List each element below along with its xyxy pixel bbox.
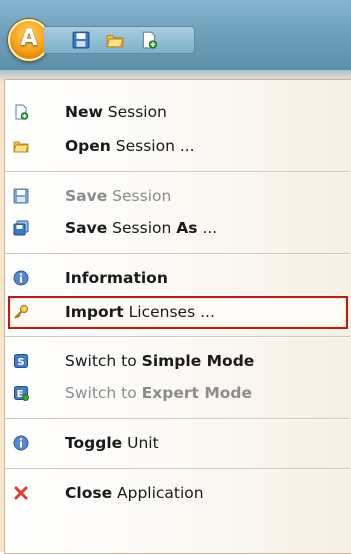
title-bar: A [0, 0, 351, 70]
menu-item-toggle-unit[interactable]: Toggle Unit [9, 428, 347, 458]
save-icon[interactable] [72, 31, 90, 49]
menu-separator [5, 468, 350, 470]
menu-separator [5, 418, 350, 420]
menu-item-label: Open Session ... [65, 137, 195, 155]
menu-item-label: Save Session As ... [65, 219, 218, 237]
new-document-icon[interactable] [140, 31, 158, 49]
menu-item-label: Switch to Expert Mode [65, 384, 252, 402]
menu-item-switch-simple-mode[interactable]: S Switch to Simple Mode [9, 346, 347, 376]
menu-separator [5, 336, 350, 338]
close-icon [14, 486, 28, 500]
expert-mode-icon: E [14, 386, 29, 401]
info-icon [13, 270, 29, 286]
menu-item-save-session-as[interactable]: Save Session As ... [9, 213, 347, 243]
menu-item-label: Information [65, 269, 168, 287]
app-orb-letter: A [20, 26, 38, 51]
open-folder-icon [13, 141, 29, 153]
application-menu: New Session Open Session ... Save Sessio… [0, 70, 351, 554]
menu-item-information[interactable]: Information [9, 263, 347, 293]
menu-panel: New Session Open Session ... Save Sessio… [4, 79, 351, 554]
new-document-icon [15, 104, 29, 120]
menu-item-label: Switch to Simple Mode [65, 352, 255, 370]
save-as-icon [13, 220, 29, 236]
menu-item-label: Save Session [65, 187, 172, 205]
menu-item-save-session: Save Session [9, 181, 347, 211]
menu-item-label: Toggle Unit [65, 434, 159, 452]
key-icon [14, 304, 29, 319]
menu-item-label: Close Application [65, 484, 204, 502]
menu-separator [5, 253, 350, 255]
menu-item-label: Import Licenses ... [65, 303, 215, 321]
save-icon [13, 188, 29, 204]
menu-item-import-licenses[interactable]: Import Licenses ... [8, 296, 348, 329]
menu-item-label: New Session [65, 103, 167, 121]
quick-access-toolbar [44, 26, 195, 54]
menu-item-switch-expert-mode: E Switch to Expert Mode [9, 378, 347, 408]
menu-item-open-session[interactable]: Open Session ... [9, 131, 347, 161]
svg-text:S: S [17, 357, 24, 368]
simple-mode-icon: S [14, 354, 28, 368]
menu-separator [5, 171, 350, 173]
menu-item-new-session[interactable]: New Session [9, 97, 347, 127]
info-icon [13, 435, 29, 451]
menu-item-close-application[interactable]: Close Application [9, 478, 347, 508]
open-folder-icon[interactable] [106, 31, 124, 49]
